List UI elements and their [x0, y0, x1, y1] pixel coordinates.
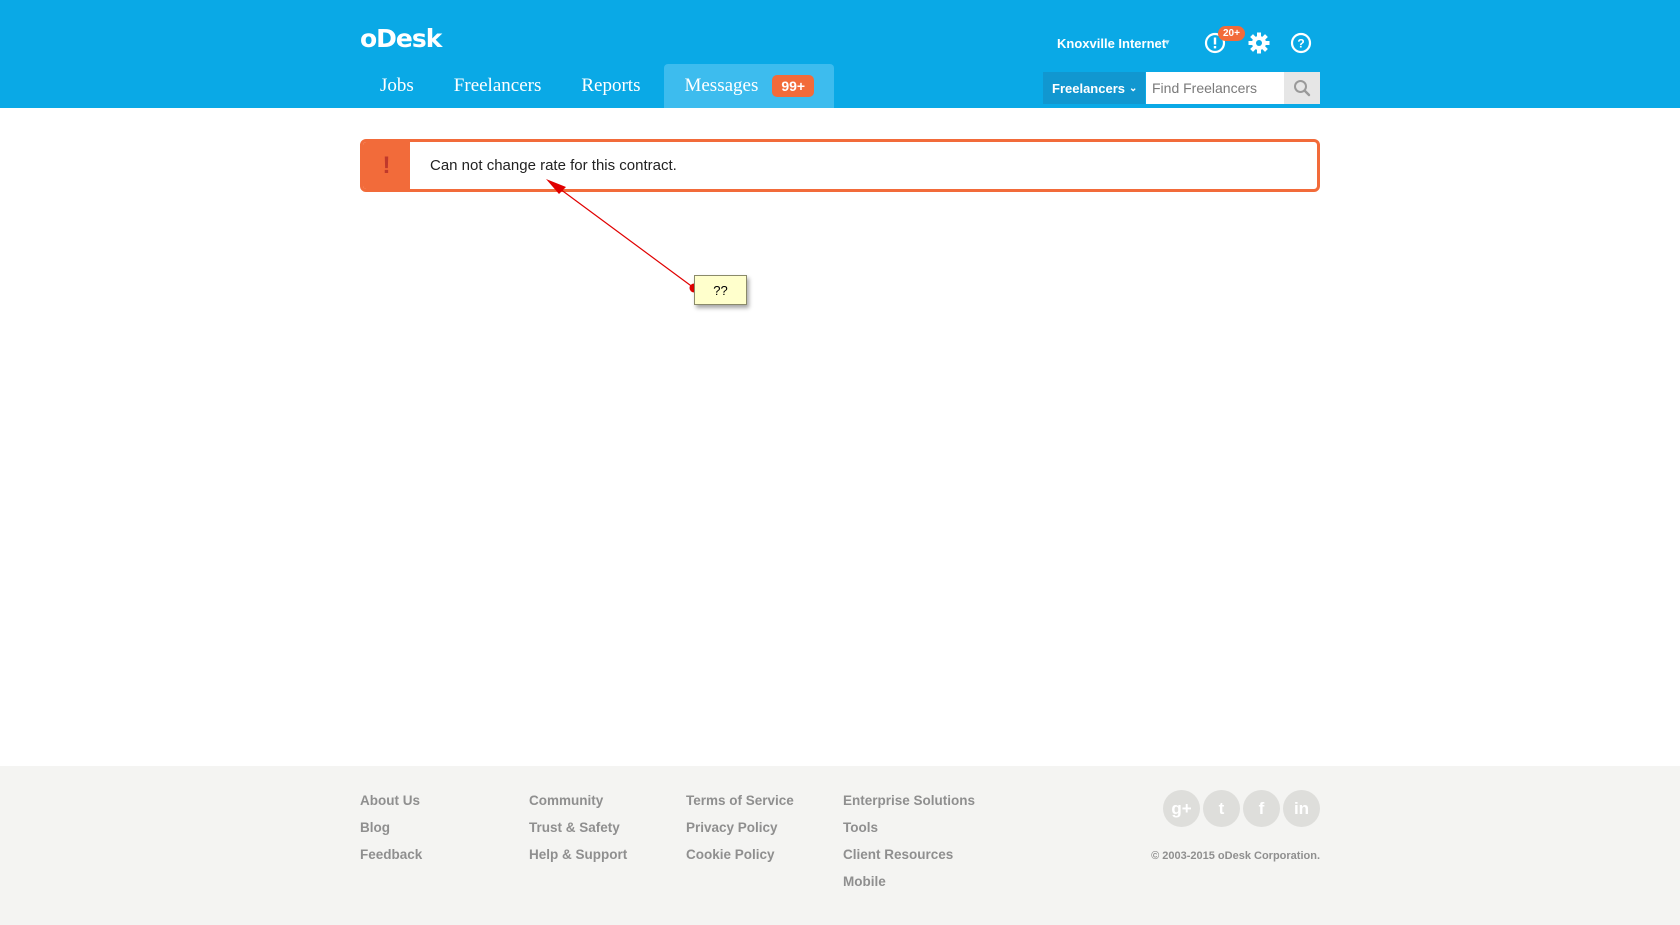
nav-reports-label: Reports: [581, 75, 641, 96]
footer-link-client-resources[interactable]: Client Resources: [843, 847, 975, 874]
footer-col-community: Community Trust & Safety Help & Support: [529, 793, 627, 874]
nav-jobs-label: Jobs: [380, 75, 414, 96]
google-plus-icon[interactable]: g+: [1163, 790, 1200, 827]
gear-icon[interactable]: [1247, 31, 1271, 55]
site-footer: About Us Blog Feedback Community Trust &…: [0, 766, 1680, 925]
nav-freelancers-label: Freelancers: [453, 75, 542, 96]
footer-link-cookie[interactable]: Cookie Policy: [686, 847, 794, 874]
chevron-down-icon: ⌄: [1129, 82, 1138, 94]
footer-col-company: About Us Blog Feedback: [360, 793, 422, 874]
nav-messages[interactable]: Messages 99+: [664, 64, 835, 108]
footer-link-terms[interactable]: Terms of Service: [686, 793, 794, 820]
user-account-menu[interactable]: Knoxville Internet: [1057, 36, 1166, 51]
main-nav: Jobs Freelancers Reports Messages 99+: [360, 64, 835, 108]
error-message: Can not change rate for this contract.: [430, 157, 677, 174]
footer-col-legal: Terms of Service Privacy Policy Cookie P…: [686, 793, 794, 874]
footer-link-community[interactable]: Community: [529, 793, 627, 820]
footer-link-about[interactable]: About Us: [360, 793, 422, 820]
footer-col-resources: Enterprise Solutions Tools Client Resour…: [843, 793, 975, 901]
footer-link-privacy[interactable]: Privacy Policy: [686, 820, 794, 847]
search-input[interactable]: [1146, 72, 1284, 104]
search-scope-dropdown[interactable]: Freelancers ⌄: [1043, 72, 1145, 104]
page: oDesk Jobs Freelancers Reports Messages …: [0, 0, 1680, 925]
svg-text:?: ?: [1297, 37, 1304, 51]
nav-reports[interactable]: Reports: [561, 64, 660, 108]
notifications-count-badge: 20+: [1218, 26, 1245, 41]
annotation-note: ??: [694, 275, 747, 305]
search-icon: [1294, 80, 1311, 97]
footer-link-trust-safety[interactable]: Trust & Safety: [529, 820, 627, 847]
footer-link-feedback[interactable]: Feedback: [360, 847, 422, 874]
copyright-text: © 2003-2015 oDesk Corporation.: [1151, 850, 1320, 862]
nav-jobs[interactable]: Jobs: [360, 64, 434, 108]
search-button[interactable]: [1284, 72, 1320, 104]
footer-link-enterprise[interactable]: Enterprise Solutions: [843, 793, 975, 820]
odesk-logo[interactable]: oDesk: [360, 24, 442, 53]
nav-freelancers[interactable]: Freelancers: [434, 64, 562, 108]
footer-link-mobile[interactable]: Mobile: [843, 874, 975, 901]
search-scope-label: Freelancers: [1052, 80, 1125, 96]
footer-link-help-support[interactable]: Help & Support: [529, 847, 627, 874]
error-alert: ! Can not change rate for this contract.: [360, 139, 1320, 192]
help-icon[interactable]: ?: [1289, 31, 1313, 55]
twitter-icon[interactable]: t: [1203, 790, 1240, 827]
exclamation-icon: !: [363, 142, 410, 189]
nav-messages-label: Messages: [684, 75, 759, 96]
footer-link-blog[interactable]: Blog: [360, 820, 422, 847]
linkedin-icon[interactable]: in: [1283, 790, 1320, 827]
messages-count-badge: 99+: [772, 75, 815, 97]
footer-link-tools[interactable]: Tools: [843, 820, 975, 847]
top-header: oDesk Jobs Freelancers Reports Messages …: [0, 0, 1680, 108]
caret-down-icon[interactable]: ▾: [1165, 37, 1170, 48]
facebook-icon[interactable]: f: [1243, 790, 1280, 827]
